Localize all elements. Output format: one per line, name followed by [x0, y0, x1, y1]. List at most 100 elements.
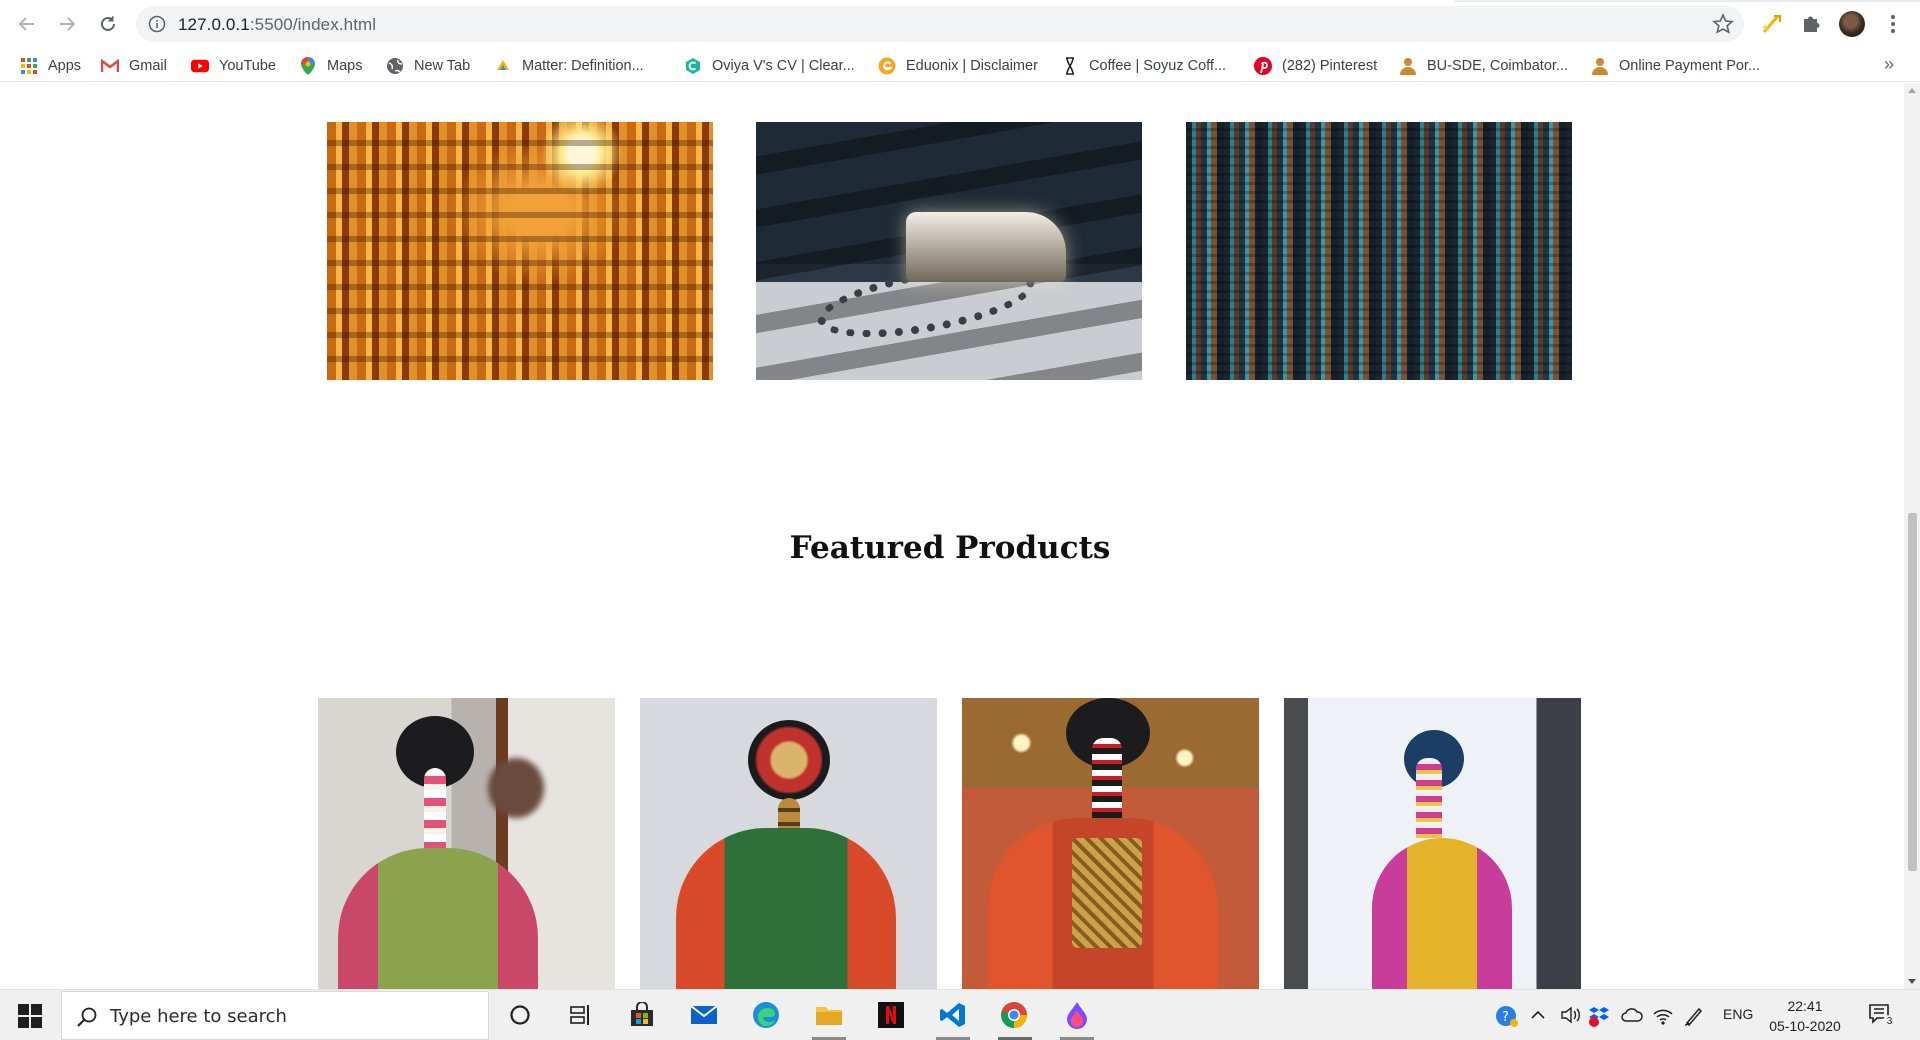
netflix-app[interactable] [877, 1001, 905, 1029]
vscode-icon [940, 1003, 965, 1027]
product-card-3[interactable] [962, 698, 1259, 989]
bookmark-pinterest[interactable]: (282) Pinterest [1254, 56, 1377, 76]
bookmark-eduonix[interactable]: Eduonix | Disclaimer [878, 56, 1038, 76]
bride-blouse [338, 848, 538, 989]
bride-hair-bun [748, 720, 830, 800]
scroll-up-arrow-icon[interactable] [1908, 88, 1916, 93]
bookmark-bu-sde[interactable]: BU-SDE, Coimbator... [1399, 56, 1568, 76]
cortana-button[interactable] [506, 1001, 534, 1029]
cortana-circle-icon [510, 1005, 530, 1025]
edge-app[interactable] [752, 1001, 780, 1029]
volume-icon[interactable] [1560, 1005, 1582, 1025]
bookmark-coffee[interactable]: Coffee | Soyuz Coff... [1061, 56, 1226, 76]
bookmark-maps[interactable]: Maps [299, 56, 362, 76]
product-card-2[interactable] [640, 698, 937, 989]
store-app[interactable] [628, 1001, 656, 1029]
chrome-icon [1001, 1002, 1027, 1028]
action-center-button[interactable]: 3 [1868, 1003, 1896, 1028]
bookmark-label: Maps [327, 58, 363, 74]
cv-icon [684, 57, 702, 75]
extension-pen-icon[interactable] [1760, 12, 1784, 36]
url-host: 127.0.0.1 [178, 15, 250, 34]
extensions-puzzle-icon[interactable] [1800, 12, 1822, 34]
windows-start-icon[interactable] [18, 1004, 42, 1028]
taskbar-search-box[interactable]: Type here to search [61, 991, 489, 1040]
system-clock[interactable]: 22:41 05-10-2020 [1765, 996, 1845, 1036]
back-button[interactable] [14, 11, 40, 37]
bookmark-label: YouTube [219, 58, 276, 74]
featured-products-heading: Featured Products [789, 530, 1111, 566]
pen-ink-icon[interactable] [1683, 1005, 1705, 1027]
gmail-icon [101, 57, 119, 75]
chrome-app[interactable] [1000, 1001, 1028, 1029]
matter-icon [494, 57, 512, 75]
bookmark-gmail[interactable]: Gmail [101, 56, 167, 76]
bookmark-matter[interactable]: Matter: Definition... [494, 56, 644, 76]
page-scrollbar[interactable] [1904, 83, 1920, 989]
arrow-right-icon [60, 17, 76, 31]
bookmark-online-payment[interactable]: Online Payment Por... [1591, 56, 1760, 76]
mail-icon [690, 1005, 718, 1024]
paint-app[interactable] [1063, 1001, 1091, 1029]
bookmark-cv[interactable]: Oviya V's CV | Clear... [684, 56, 855, 76]
search-placeholder: Type here to search [110, 1006, 287, 1027]
reload-button[interactable] [95, 11, 121, 37]
globe-icon [386, 57, 404, 75]
bookmark-youtube[interactable]: YouTube [191, 56, 276, 76]
mail-app[interactable] [690, 1001, 718, 1029]
file-explorer-app[interactable] [815, 1001, 843, 1029]
vscode-app[interactable] [939, 1001, 967, 1029]
clock-date: 05-10-2020 [1769, 1018, 1841, 1034]
bookmark-new-tab[interactable]: New Tab [386, 56, 470, 76]
help-icon[interactable]: ? [1495, 1004, 1519, 1028]
bookmark-label: Online Payment Por... [1619, 58, 1761, 74]
edge-icon [753, 1002, 779, 1028]
svg-text:?: ? [1502, 1010, 1509, 1025]
bookmark-star-icon[interactable] [1712, 13, 1734, 35]
scroll-down-arrow-icon[interactable] [1908, 979, 1916, 984]
product-card-1[interactable] [318, 698, 615, 989]
paint-drop-icon [1067, 1002, 1087, 1029]
dropbox-notify-icon[interactable] [1588, 1004, 1612, 1028]
forward-button[interactable] [54, 11, 80, 37]
gallery-image-bangles-shop [327, 122, 713, 380]
user-icon [1591, 57, 1609, 75]
browser-toolbar: 127.0.0.1:5500/index.html [0, 0, 1920, 48]
product-card-4[interactable] [1284, 698, 1581, 989]
silver-piano-ornament [906, 212, 1066, 282]
scrollbar-thumb[interactable] [1908, 513, 1917, 871]
bookmark-label: Apps [48, 58, 82, 74]
task-view-button[interactable] [567, 1001, 595, 1029]
clock-time: 22:41 [1787, 998, 1823, 1014]
more-bookmarks-button[interactable]: » [1884, 54, 1894, 75]
eduonix-icon [878, 57, 896, 75]
search-icon [77, 1007, 97, 1027]
address-bar[interactable]: 127.0.0.1:5500/index.html [136, 6, 1744, 42]
bookmark-apps[interactable]: Apps [20, 56, 81, 76]
wifi-icon[interactable] [1652, 1006, 1674, 1026]
embroidery-panel [1072, 838, 1142, 948]
maps-icon [299, 57, 317, 75]
url-text[interactable]: 127.0.0.1:5500/index.html [178, 15, 376, 35]
more-vert-icon[interactable] [1884, 12, 1902, 36]
bookmark-label: Gmail [129, 58, 167, 74]
bookmark-label: Matter: Definition... [522, 58, 644, 74]
user-icon [1399, 57, 1417, 75]
bride-blouse [676, 828, 896, 989]
onedrive-cloud-icon[interactable] [1620, 1006, 1644, 1024]
chevron-up-icon[interactable] [1530, 1008, 1546, 1022]
language-indicator[interactable]: ENG [1723, 1006, 1753, 1022]
page-viewport: Featured Products [0, 83, 1904, 989]
gallery-image-pearl-piano [756, 122, 1142, 380]
profile-avatar[interactable] [1839, 11, 1865, 37]
bookmark-label: Eduonix | Disclaimer [906, 58, 1038, 74]
folder-icon [816, 1007, 842, 1025]
task-view-icon [570, 1005, 589, 1025]
bookmark-label: (282) Pinterest [1282, 58, 1378, 74]
microsoft-store-icon [631, 1002, 653, 1026]
info-icon[interactable] [148, 15, 166, 33]
bookmark-label: BU-SDE, Coimbator... [1427, 58, 1569, 74]
bookmark-label: Oviya V's CV | Clear... [712, 58, 855, 74]
reload-icon [101, 16, 115, 31]
bookmark-label: Coffee | Soyuz Coff... [1089, 58, 1227, 74]
